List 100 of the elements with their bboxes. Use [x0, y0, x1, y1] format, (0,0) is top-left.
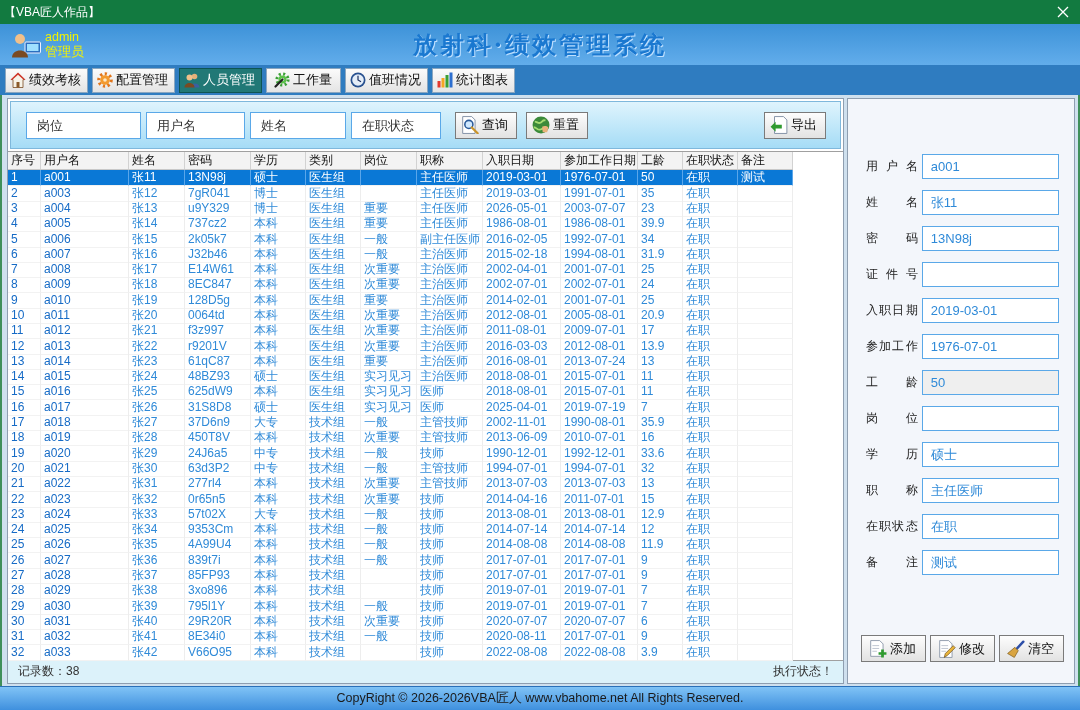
tab[interactable]: 值班情况	[345, 67, 428, 93]
table-row[interactable]: 5 a006 张15 2k05k7 本科 医生组 一般 副主任医师 2016-02-05 1992-07-01 34 在职	[8, 231, 793, 247]
table-cell: 1994-07-01	[483, 460, 561, 477]
add-button[interactable]: 添加	[860, 635, 926, 662]
column-header[interactable]: 密码	[185, 152, 251, 170]
column-header[interactable]: 入职日期	[483, 152, 561, 170]
table-cell: 2010-07-01	[561, 430, 638, 447]
edit-button[interactable]: 修改	[929, 635, 995, 662]
table-cell: 技术组	[306, 644, 361, 661]
table-row[interactable]: 22 a023 张32 0r65n5 本科 技术组 次重要 技师 2014-04-16 2011-07-01 15 在职	[8, 491, 793, 507]
table-cell: 在职	[683, 445, 738, 462]
table-cell: 技师	[417, 583, 483, 600]
column-header[interactable]: 岗位	[361, 152, 417, 170]
table-cell: a012	[41, 323, 129, 340]
table-cell: 技师	[417, 506, 483, 523]
field-label: 入职日期	[865, 302, 918, 319]
table-cell: 19	[8, 445, 41, 462]
table-row[interactable]: 25 a026 张35 4A99U4 本科 技术组 一般 技师 2014-08-08 2014-08-08 11.9 在职	[8, 537, 793, 553]
column-header[interactable]: 备注	[738, 152, 793, 170]
search-field[interactable]: 岗位	[26, 111, 141, 139]
search-field[interactable]: 姓名	[250, 111, 346, 139]
table-row[interactable]: 19 a020 张29 24J6a5 中专 技术组 一般 技师 1990-12-01 1992-12-01 33.6 在职	[8, 445, 793, 461]
table-row[interactable]: 11 a012 张21 f3z997 本科 医生组 次重要 主治医师 2011-08-01 2009-07-01 17 在职	[8, 323, 793, 339]
table-row[interactable]: 31 a032 张41 8E34i0 本科 技术组 一般 技师 2020-08-11 2017-07-01 9 在职	[8, 629, 793, 645]
clear-button[interactable]: 清空	[998, 635, 1064, 662]
table-row[interactable]: 6 a007 张16 J32b46 本科 医生组 一般 主治医师 2015-02-18 1994-08-01 31.9 在职	[8, 246, 793, 263]
tab[interactable]: 配置管理	[92, 67, 175, 93]
table-cell: 技师	[417, 598, 483, 615]
column-header[interactable]: 职称	[417, 152, 483, 170]
table-row[interactable]: 26 a027 张36 839t7i 本科 技术组 一般 技师 2017-07-01 2017-07-01 9 在职	[8, 552, 793, 569]
tab[interactable]: 工作量	[266, 67, 341, 93]
table-row[interactable]: 29 a030 张39 795l1Y 本科 技术组 一般 技师 2019-07-01 2019-07-01 7 在职	[8, 598, 793, 614]
table-row[interactable]: 17 a018 张27 37D6n9 大专 技术组 一般 主管技师 2002-11-01 1990-08-01 35.9 在职	[8, 415, 793, 431]
table-cell: 技术组	[306, 613, 361, 630]
table-row[interactable]: 1 a001 张11 13N98j 硕士 医生组 主任医师 2019-03-01 1976-07-01 50 在职 测试	[8, 170, 793, 186]
table-cell: 9	[638, 568, 683, 585]
table-cell: 一般	[361, 415, 417, 432]
column-header[interactable]: 姓名	[129, 152, 185, 170]
text-field[interactable]: 张11	[921, 190, 1059, 215]
text-field[interactable]: 测试	[921, 550, 1059, 575]
table-row[interactable]: 21 a022 张31 277rl4 本科 技术组 次重要 主管技师 2013-07-03 2013-07-03 13 在职	[8, 476, 793, 492]
table-cell: 8E34i0	[185, 629, 251, 646]
tab[interactable]: 统计图表	[432, 67, 515, 93]
table-row[interactable]: 24 a025 张34 9353Cm 本科 技术组 一般 技师 2014-07-14 2014-07-14 12 在职	[8, 522, 793, 538]
table-row[interactable]: 10 a011 张20 0064td 本科 医生组 次重要 主治医师 2012-08-01 2005-08-01 20.9 在职	[8, 308, 793, 324]
table-cell: a029	[41, 583, 129, 600]
column-header[interactable]: 在职状态	[683, 152, 738, 170]
table-cell: 主管技师	[417, 460, 483, 477]
table-row[interactable]: 23 a024 张33 57t02X 大专 技术组 一般 技师 2013-08-01 2013-08-01 12.9 在职	[8, 506, 793, 523]
table-row[interactable]: 9 a010 张19 128D5g 本科 医生组 重要 主治医师 2014-02-01 2001-07-01 25 在职	[8, 292, 793, 308]
text-field[interactable]	[921, 406, 1059, 431]
table-row[interactable]: 2 a003 张12 7gR041 博士 医生组 主任医师 2019-03-01 1991-07-01 35 在职	[8, 185, 793, 201]
table-cell: 3xo896	[185, 583, 251, 600]
text-field[interactable]: 13N98j	[921, 226, 1059, 251]
table-row[interactable]: 30 a031 张40 29R20R 本科 技术组 次重要 技师 2020-07-07 2020-07-07 6 在职	[8, 613, 793, 630]
text-field[interactable]: 2019-03-01	[921, 298, 1059, 323]
query-button[interactable]: 查询	[455, 111, 517, 139]
table-cell: 在职	[683, 369, 738, 386]
column-header[interactable]: 参加工作日期	[561, 152, 638, 170]
table-row[interactable]: 3 a004 张13 u9Y329 博士 医生组 重要 主任医师 2026-05-01 2003-07-07 23 在职	[8, 200, 793, 217]
search-field[interactable]: 在职状态	[351, 111, 441, 139]
field-label: 职称	[865, 482, 918, 499]
table-row[interactable]: 15 a016 张25 625dW9 本科 医生组 实习见习 医师 2018-08-01 2015-07-01 11 在职	[8, 384, 793, 400]
table-cell: 次重要	[361, 262, 417, 279]
text-field[interactable]: 1976-07-01	[921, 334, 1059, 359]
tab[interactable]: 人员管理	[179, 67, 262, 93]
table-row[interactable]: 28 a029 张38 3xo896 本科 技术组 技师 2019-07-01 2019-07-01 7 在职	[8, 583, 793, 599]
export-button[interactable]: 导出	[763, 111, 826, 139]
table-row[interactable]: 7 a008 张17 E14W61 本科 医生组 次重要 主治医师 2002-04-01 2001-07-01 25 在职	[8, 262, 793, 278]
column-header[interactable]: 用户名	[41, 152, 129, 170]
gear-icon	[97, 72, 113, 88]
text-field[interactable]: 硕士	[921, 442, 1059, 467]
text-field[interactable]: 主任医师	[921, 478, 1059, 503]
table-row[interactable]: 27 a028 张37 85FP93 本科 技术组 技师 2017-07-01 2017-07-01 9 在职	[8, 568, 793, 584]
table-row[interactable]: 13 a014 张23 61qC87 本科 医生组 重要 主治医师 2016-08-01 2013-07-24 13 在职	[8, 353, 793, 370]
table-row[interactable]: 16 a017 张26 31S8D8 硕士 医生组 实习见习 医师 2025-04-01 2019-07-19 7 在职	[8, 399, 793, 416]
table-cell: 26	[8, 552, 41, 569]
table-row[interactable]: 12 a013 张22 r9201V 本科 医生组 次重要 主治医师 2016-03-03 2012-08-01 13.9 在职	[8, 338, 793, 354]
table-cell: 实习见习	[361, 369, 417, 386]
table-row[interactable]: 8 a009 张18 8EC847 本科 医生组 次重要 主治医师 2002-07-01 2002-07-01 24 在职	[8, 277, 793, 293]
text-field[interactable]	[921, 262, 1059, 287]
table-row[interactable]: 18 a019 张28 450T8V 本科 技术组 次重要 主管技师 2013-06-09 2010-07-01 16 在职	[8, 430, 793, 446]
reset-button[interactable]: 重置	[526, 111, 588, 139]
table-row[interactable]: 20 a021 张30 63d3P2 中专 技术组 一般 主管技师 1994-07-01 1994-07-01 32 在职	[8, 460, 793, 477]
column-header[interactable]: 序号	[8, 152, 41, 170]
table-row[interactable]: 14 a015 张24 48BZ93 硕士 医生组 实习见习 主治医师 2018-08-01 2015-07-01 11 在职	[8, 369, 793, 385]
text-field[interactable]: a001	[921, 154, 1059, 179]
column-header[interactable]: 学历	[251, 152, 306, 170]
text-field[interactable]: 在职	[921, 514, 1059, 539]
column-header[interactable]: 工龄	[638, 152, 683, 170]
column-header[interactable]: 类别	[306, 152, 361, 170]
table-row[interactable]: 4 a005 张14 737cz2 本科 医生组 重要 主任医师 1986-08-01 1986-08-01 39.9 在职	[8, 216, 793, 232]
search-field[interactable]: 用户名	[146, 111, 245, 139]
table-cell: 张19	[129, 292, 185, 309]
table-cell: 7	[638, 583, 683, 600]
table-cell: a015	[41, 369, 129, 386]
table-cell: u9Y329	[185, 200, 251, 217]
table-cell: 本科	[251, 246, 306, 263]
tab[interactable]: 绩效考核	[5, 67, 88, 93]
table-row[interactable]: 32 a033 张42 V66O95 本科 技术组 技师 2022-08-08 2022-08-08 3.9 在职	[8, 644, 793, 660]
